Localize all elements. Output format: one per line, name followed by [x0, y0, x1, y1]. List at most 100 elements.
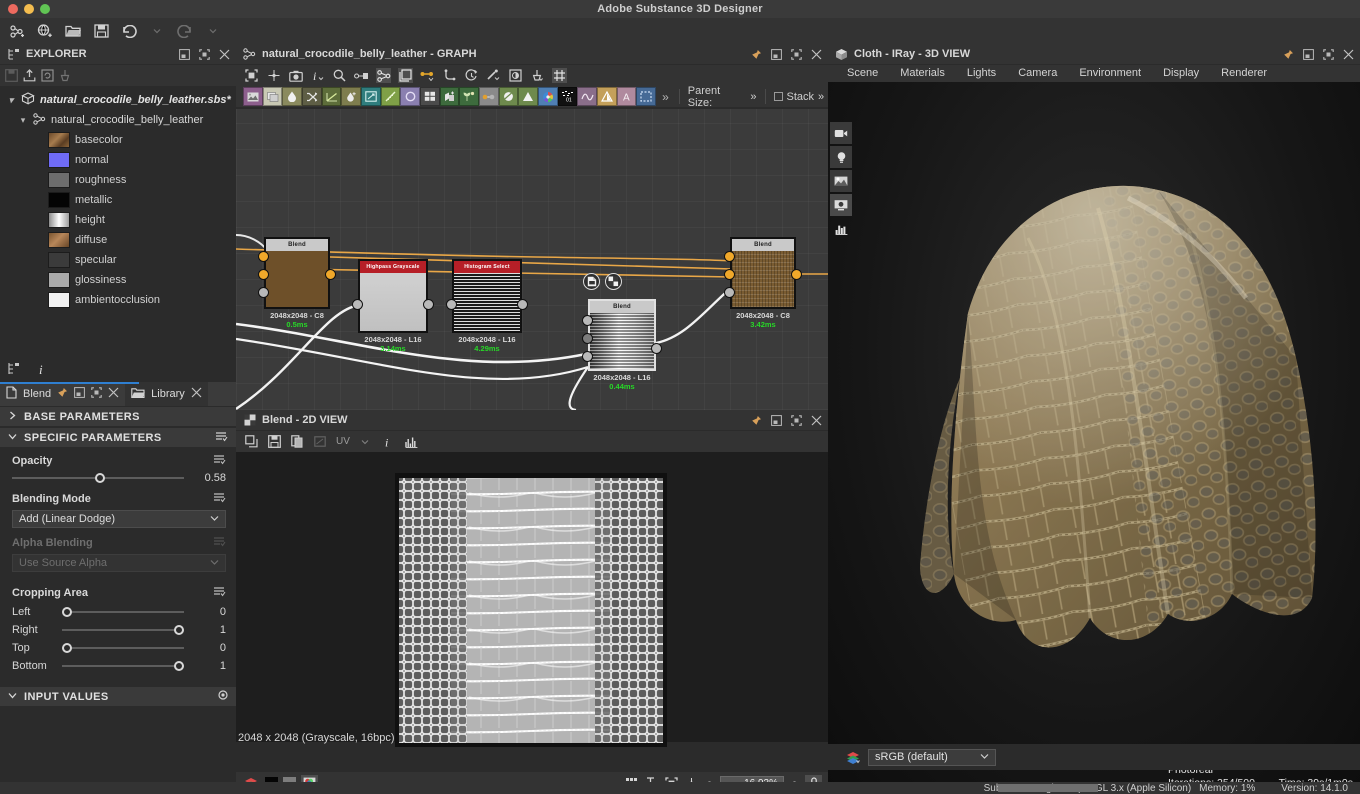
tab-materials[interactable]: Materials: [889, 65, 956, 82]
copy-icon[interactable]: [244, 434, 259, 449]
chevron-right-icon[interactable]: [8, 411, 17, 423]
close-icon[interactable]: [809, 413, 824, 428]
tab-blend[interactable]: Blend: [0, 382, 125, 406]
chevron-down-icon[interactable]: ▾: [18, 115, 28, 126]
publish-icon[interactable]: [22, 68, 37, 83]
tree-row-package[interactable]: ▾ natural_crocodile_belly_leather.sbs*: [0, 90, 236, 110]
view2d-canvas[interactable]: [236, 452, 828, 742]
camera-icon[interactable]: [830, 122, 852, 144]
close-window-button[interactable]: [8, 4, 18, 14]
save-icon[interactable]: [267, 434, 282, 449]
section-options-icon[interactable]: [215, 431, 228, 445]
duplicate-icon[interactable]: [290, 434, 305, 449]
water-node-icon[interactable]: [282, 87, 302, 106]
tools-icon[interactable]: [486, 68, 501, 83]
chevron-down-icon[interactable]: [8, 691, 17, 703]
node-body[interactable]: Highpass Grayscale: [358, 259, 428, 333]
crop-slider-right[interactable]: [62, 624, 184, 636]
maximize-window-button[interactable]: [40, 4, 50, 14]
add-input-icon[interactable]: [218, 690, 228, 703]
chevron-down-icon[interactable]: [358, 434, 373, 449]
close-icon[interactable]: [217, 47, 232, 62]
reload-icon[interactable]: [40, 68, 55, 83]
tree-row-output[interactable]: metallic: [0, 190, 236, 210]
node-input-pin[interactable]: [258, 269, 269, 280]
tree-row-output[interactable]: glossiness: [0, 270, 236, 290]
undo-icon[interactable]: [120, 23, 138, 39]
node-input-pin[interactable]: [582, 333, 593, 344]
crop-slider-left[interactable]: [62, 606, 184, 618]
cone-node-icon[interactable]: [518, 87, 538, 106]
tab-library[interactable]: Library: [125, 382, 208, 406]
minimize-icon[interactable]: [769, 47, 784, 62]
info-icon[interactable]: i: [310, 68, 325, 83]
crop-slider-bottom[interactable]: [62, 660, 184, 672]
param-options-icon[interactable]: [213, 586, 226, 600]
slider-knob[interactable]: [95, 473, 105, 483]
node-input-pin[interactable]: [724, 251, 735, 262]
chevron-down-icon[interactable]: ▾: [6, 95, 16, 106]
add-node-icon[interactable]: [440, 87, 460, 106]
connection-icon[interactable]: [420, 68, 435, 83]
grid-snap-icon[interactable]: [552, 68, 567, 83]
normal-node-icon[interactable]: [597, 87, 617, 106]
save-icon[interactable]: [4, 68, 19, 83]
node-body[interactable]: Blend: [264, 237, 330, 309]
close-icon[interactable]: [1341, 47, 1356, 62]
reroute-icon[interactable]: [442, 68, 457, 83]
sphere-node-icon[interactable]: [499, 87, 519, 106]
tree-row-output[interactable]: ambientocclusion: [0, 290, 236, 310]
stack-control[interactable]: Stack »: [770, 91, 829, 103]
view3d-canvas[interactable]: Photoreal Iterations: 254/500 Time: 39s/…: [828, 82, 1360, 788]
save-icon[interactable]: [92, 23, 110, 39]
node-output-pin[interactable]: [423, 299, 434, 310]
tab-lights[interactable]: Lights: [956, 65, 1007, 82]
cleanup-graph-icon[interactable]: [530, 68, 545, 83]
node-input-pin[interactable]: [446, 299, 457, 310]
node-input-pin[interactable]: [724, 287, 735, 298]
node-3d-view-badge[interactable]: [605, 273, 622, 290]
param-options-icon[interactable]: [213, 492, 226, 506]
light-icon[interactable]: [830, 146, 852, 168]
node-2d-view-badge[interactable]: [583, 273, 600, 290]
shuffle-node-icon[interactable]: [302, 87, 322, 106]
close-icon[interactable]: [108, 387, 119, 401]
undo-dropdown-icon[interactable]: [148, 23, 166, 39]
minimize-icon[interactable]: [74, 387, 85, 401]
slider-knob[interactable]: [174, 625, 184, 635]
new-graph-icon[interactable]: [8, 23, 26, 39]
graph-node-blend-selected[interactable]: Blend 2048x2048 - L16 0.44ms: [588, 299, 656, 391]
material-node-icon[interactable]: [263, 87, 283, 106]
maximize-icon[interactable]: [789, 47, 804, 62]
tab-environment[interactable]: Environment: [1068, 65, 1152, 82]
node-input-pin[interactable]: [724, 269, 735, 280]
search-icon[interactable]: [332, 68, 347, 83]
dither-node-icon[interactable]: 01: [558, 87, 578, 106]
bitmap-node-icon[interactable]: [243, 87, 263, 106]
environment-icon[interactable]: [830, 170, 852, 192]
tree-row-output[interactable]: specular: [0, 250, 236, 270]
histogram-icon[interactable]: [830, 218, 852, 240]
tree-row-output[interactable]: basecolor: [0, 130, 236, 150]
uv-map-icon[interactable]: [313, 434, 328, 449]
section-base-parameters[interactable]: BASE PARAMETERS: [0, 406, 236, 427]
section-input-values[interactable]: INPUT VALUES: [0, 686, 236, 707]
shape-node-icon[interactable]: [400, 87, 420, 106]
maximize-icon[interactable]: [789, 413, 804, 428]
close-icon[interactable]: [191, 387, 202, 401]
histogram-icon[interactable]: [404, 434, 419, 449]
crop-value[interactable]: 1: [192, 624, 226, 636]
node-output-pin[interactable]: [791, 269, 802, 280]
close-icon[interactable]: [809, 47, 824, 62]
open-icon[interactable]: [64, 23, 82, 39]
view2d-texture[interactable]: [395, 473, 667, 747]
color-wheel-icon[interactable]: [538, 87, 558, 106]
frame-node-icon[interactable]: [636, 87, 656, 106]
maximize-icon[interactable]: [197, 47, 212, 62]
tree-row-output[interactable]: height: [0, 210, 236, 230]
graph-canvas[interactable]: Blend 2048x2048 - C8 0.5ms Highpass Gray…: [236, 109, 828, 410]
node-input-pin[interactable]: [582, 351, 593, 362]
node-input-pin[interactable]: [258, 251, 269, 262]
tree-row-output[interactable]: roughness: [0, 170, 236, 190]
chevron-down-icon[interactable]: [980, 751, 989, 763]
